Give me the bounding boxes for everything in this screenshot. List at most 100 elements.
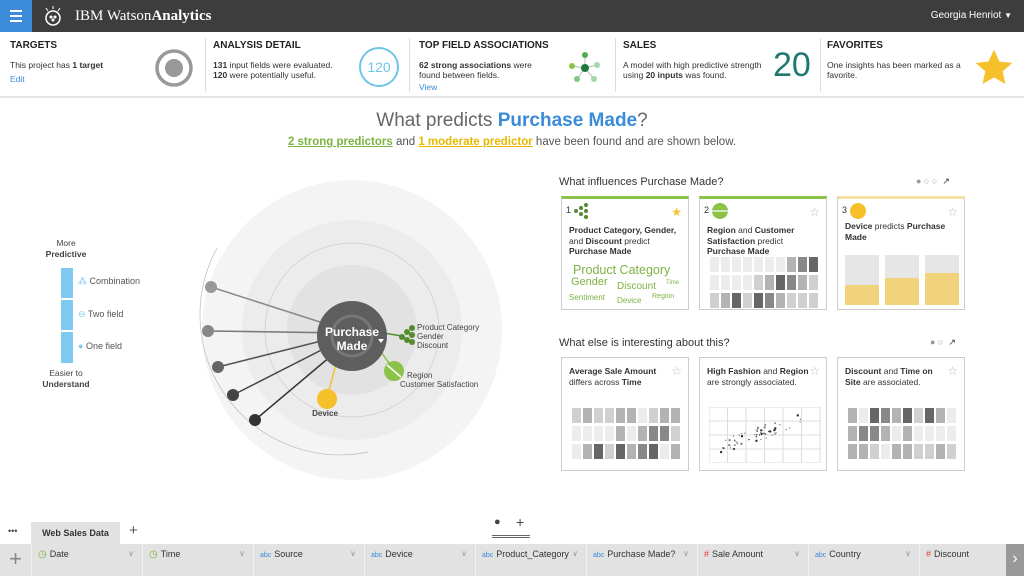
influence-card-3[interactable]: 3 ☆ Device predicts Purchase Made [837, 196, 965, 310]
column-header[interactable]: abc Purchase Made? ∨ [586, 544, 697, 576]
chevron-down-icon[interactable]: ∨ [572, 549, 578, 558]
moderate-predictor-link[interactable]: 1 moderate predictor [418, 136, 532, 148]
more-options-button[interactable]: ••• [8, 526, 17, 536]
top-bar: IBM WatsonAnalytics Georgia Henriot ▼ [0, 0, 1024, 32]
targets-panel: TARGETS This project has 1 target Edit [10, 38, 200, 94]
insight-card-2[interactable]: ☆ High Fashion and Region are strongly a… [699, 357, 827, 471]
card-title: Average Sale Amount differs across Time [569, 366, 657, 387]
scatter-point [763, 432, 765, 435]
hamburger-menu-button[interactable] [0, 0, 32, 32]
scatter-point [799, 418, 802, 420]
chevron-down-icon[interactable]: ∨ [350, 549, 356, 558]
add-column-button[interactable]: + [0, 544, 31, 576]
scatter-point [756, 426, 760, 430]
tab-web-sales-data[interactable]: Web Sales Data [31, 522, 120, 544]
heatmap-cell [859, 426, 868, 441]
heatmap-cell [881, 426, 890, 441]
card-title: Region and Customer Satisfaction predict… [707, 225, 795, 256]
predictor-node[interactable] [249, 414, 261, 426]
heatmap-cell [627, 408, 636, 423]
column-header[interactable]: ◷ Time ∨ [142, 544, 253, 576]
app-title: IBM WatsonAnalytics [75, 8, 212, 24]
heatmap-cell [947, 444, 956, 459]
influence-card-1[interactable]: 1 ★ Product Category, Gender, and Discou… [561, 196, 689, 310]
heatmap-cell [892, 408, 901, 423]
favorite-star-icon[interactable]: ☆ [947, 205, 958, 219]
strong-predictors-link[interactable]: 2 strong predictors [288, 136, 393, 148]
scatter-point [764, 424, 767, 426]
heatmap-cell [914, 444, 923, 459]
heatmap-cell [936, 426, 945, 441]
network-icon [569, 52, 600, 82]
scatter-point [744, 432, 746, 434]
svg-text:Device: Device [312, 409, 338, 418]
column-header[interactable]: # Discount [919, 544, 1005, 576]
predictor-node[interactable] [205, 281, 217, 293]
heatmap-cell [583, 444, 592, 459]
heatmap-cell [616, 426, 625, 441]
heatmap-cell [870, 408, 879, 423]
scroll-right-button[interactable]: › [1006, 544, 1024, 576]
scatter-point [719, 450, 723, 454]
scatter-point [732, 448, 735, 451]
legend-bar [61, 268, 73, 363]
column-header[interactable]: # Sale Amount ∨ [697, 544, 808, 576]
heatmap-cell [710, 293, 719, 308]
heatmap-cell [721, 293, 730, 308]
column-label: Date [49, 549, 69, 559]
favorite-star-icon[interactable]: ☆ [809, 205, 820, 219]
expand-icon: ↗ [948, 337, 956, 347]
insight-card-1[interactable]: ☆ Average Sale Amount differs across Tim… [561, 357, 689, 471]
chevron-down-icon[interactable]: ∨ [128, 549, 134, 558]
associations-panel: TOP FIELD ASSOCIATIONS 62 strong associa… [419, 38, 609, 94]
add-tab-button[interactable]: + [129, 522, 138, 539]
chevron-down-icon[interactable]: ∨ [683, 549, 689, 558]
svg-text:Region: Region [407, 371, 432, 380]
star-icon[interactable] [974, 48, 1014, 88]
one-field-node[interactable] [317, 389, 337, 409]
user-menu[interactable]: Georgia Henriot ▼ [931, 10, 1012, 21]
associations-text: 62 strong associations were found betwee… [419, 60, 532, 80]
scatter-point [755, 434, 758, 436]
one-field-icon [850, 203, 866, 219]
heatmap-cell [936, 408, 945, 423]
column-header[interactable]: ◷ Date ∨ [31, 544, 142, 576]
heatmap-cell [583, 408, 592, 423]
insight-card-3[interactable]: ☆ Discount and Time on Site are associat… [837, 357, 965, 471]
data-tabs: ••• Web Sales Data + [0, 520, 1024, 544]
heatmap-cell [798, 257, 807, 272]
predictor-node[interactable] [227, 389, 239, 401]
chevron-down-icon[interactable]: ∨ [794, 549, 800, 558]
svg-text:Gender: Gender [417, 332, 444, 341]
heatmap-cell [627, 444, 636, 459]
heatmap-cell [809, 293, 818, 308]
target-field[interactable]: Purchase Made [498, 110, 637, 131]
heatmap-cell [721, 257, 730, 272]
favorite-star-icon[interactable]: ☆ [671, 364, 682, 378]
summary-bar: TARGETS This project has 1 target Edit A… [0, 32, 1024, 98]
heatmap-cell [776, 293, 785, 308]
favorite-star-icon[interactable]: ★ [671, 205, 682, 219]
heatmap-cell [947, 426, 956, 441]
column-header[interactable]: abc Source ∨ [253, 544, 364, 576]
bar-background [885, 255, 919, 305]
column-header-bar: + ◷ Date ∨ ◷ Time ∨ abc Source ∨ abc Device ∨ abc Pro… [0, 544, 1024, 576]
scatter-point [779, 424, 781, 426]
predictor-node[interactable] [202, 325, 214, 337]
column-header[interactable]: abc Country ∨ [808, 544, 919, 576]
interesting-pager[interactable]: ● ○ ↗ [930, 337, 956, 348]
column-header[interactable]: abc Product_Category ∨ [475, 544, 586, 576]
two-field-icon: ⊖ [78, 309, 86, 319]
text-type-icon: abc [815, 552, 827, 559]
heatmap-cell [743, 275, 752, 290]
legend-one-field: ● One field [78, 341, 122, 351]
scatter-point [764, 433, 767, 435]
predictor-node[interactable] [212, 361, 224, 373]
chevron-down-icon[interactable]: ∨ [905, 549, 911, 558]
chevron-down-icon[interactable]: ∨ [461, 549, 467, 558]
influences-pager[interactable]: ● ○ ○ ↗ [916, 176, 950, 187]
chevron-down-icon[interactable]: ∨ [239, 549, 245, 558]
influence-card-2[interactable]: 2 ☆ Region and Customer Satisfaction pre… [699, 196, 827, 310]
heatmap-cell [721, 275, 730, 290]
column-header[interactable]: abc Device ∨ [364, 544, 475, 576]
